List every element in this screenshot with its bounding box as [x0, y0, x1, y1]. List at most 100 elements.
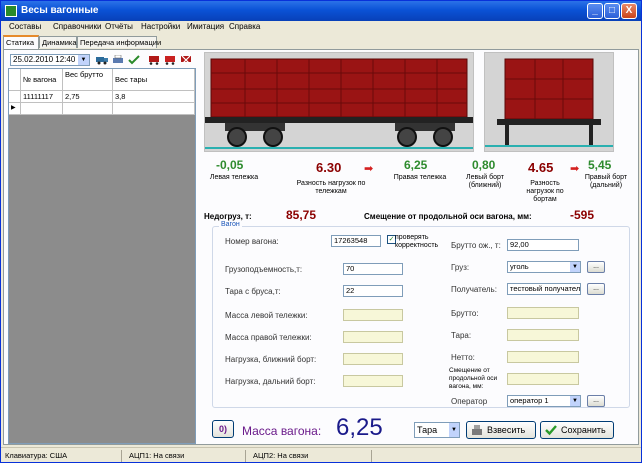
wagon-number-label: Номер вагона:: [225, 237, 279, 246]
close-button[interactable]: X: [621, 3, 637, 19]
cell-gross[interactable]: 2,75: [63, 91, 113, 103]
cargo-browse-button[interactable]: ...: [587, 261, 605, 273]
printer-icon[interactable]: [112, 55, 124, 65]
menu-reports[interactable]: Отчёты: [105, 22, 133, 31]
tara-input: [507, 329, 579, 341]
net-label: Нетто:: [451, 353, 475, 362]
wagon-end-icon: [485, 53, 613, 151]
tare-input[interactable]: 22: [343, 285, 403, 297]
left-side-label: Левый борт (ближний): [466, 174, 504, 189]
receiver-browse-button[interactable]: ...: [587, 283, 605, 295]
side-diff-label: Разность нагрузок по бортам: [526, 180, 564, 203]
right-cart-mass-label: Масса правой тележки:: [225, 333, 312, 342]
wagon-end-view: [484, 52, 614, 152]
cart-diff-label: Разность нагрузок по тележкам: [296, 180, 366, 195]
wagon-icon[interactable]: [148, 55, 160, 65]
left-side-value: 0,80: [472, 158, 496, 172]
date-value: 25.02.2010 12:40: [13, 55, 76, 64]
title-bar[interactable]: Весы вагонные _ □ X: [1, 1, 641, 21]
capacity-input[interactable]: 70: [343, 263, 403, 275]
net-input: [507, 351, 579, 363]
cargo-select[interactable]: уголь ▼: [507, 261, 581, 273]
operator-browse-button[interactable]: ...: [587, 395, 605, 407]
truck-icon[interactable]: [96, 55, 108, 65]
gross-label: Брутто:: [451, 309, 479, 318]
col-wagon-number[interactable]: № вагона: [21, 69, 63, 91]
chevron-down-icon[interactable]: ▼: [570, 396, 580, 406]
right-side-value: 5,45: [588, 158, 612, 172]
near-side-label: Нагрузка, ближний борт:: [225, 355, 317, 364]
underload-value: 85,75: [286, 208, 317, 222]
operator-value: оператор 1: [510, 396, 549, 405]
status-keyboard: Клавиатура: США: [5, 451, 68, 460]
capacity-label: Грузоподъемность,т:: [225, 265, 303, 274]
receiver-input[interactable]: тестовый получатель: [507, 283, 581, 295]
menu-compositions[interactable]: Составы: [9, 22, 41, 31]
cart-diff-value: 6.30: [316, 160, 342, 175]
wagon-add-icon[interactable]: [164, 55, 176, 65]
table-row[interactable]: 11111117 2,75 3,8: [9, 91, 195, 103]
cell-tare[interactable]: 3,8: [113, 91, 195, 103]
tara-label: Тара:: [451, 331, 472, 340]
menu-settings[interactable]: Настройки: [141, 22, 180, 31]
wagon-number-input[interactable]: 17263548: [331, 235, 381, 247]
main-window: Весы вагонные _ □ X Составы Справочники …: [0, 0, 642, 463]
app-icon: [5, 5, 17, 17]
left-cart-mass-label: Масса левой тележки:: [225, 311, 308, 320]
menu-help[interactable]: Справка: [229, 22, 260, 31]
cargo-label: Груз:: [451, 263, 470, 272]
col-tare-weight[interactable]: Вес тары: [113, 69, 195, 91]
status-adc1: АЦП1: На связи: [129, 451, 185, 460]
chevron-down-icon[interactable]: ▼: [570, 262, 580, 272]
menu-simulation[interactable]: Имитация: [187, 22, 224, 31]
underload-label: Недогруз, т:: [204, 212, 252, 221]
minimize-button[interactable]: _: [587, 3, 603, 19]
chevron-down-icon[interactable]: ▼: [78, 55, 89, 65]
gross-expected-input[interactable]: 92,00: [507, 239, 579, 251]
weigh-button[interactable]: Взвесить: [466, 421, 536, 439]
row-pointer-icon: ▶: [9, 103, 21, 115]
offset-label: Смещение от продольной оси вагона, мм:: [364, 212, 532, 221]
table-new-row[interactable]: ▶: [9, 103, 195, 115]
save-button[interactable]: Сохранить: [540, 421, 614, 439]
side-diff-value: 4.65: [528, 160, 554, 175]
left-cart-label: Левая тележка: [209, 174, 259, 181]
offset-input: [507, 373, 579, 385]
date-picker[interactable]: 25.02.2010 12:40 ▼: [10, 54, 90, 66]
tab-dynamics[interactable]: Динамика: [39, 36, 77, 48]
tab-statics[interactable]: Статика: [3, 35, 39, 49]
side-toggle-button[interactable]: 0): [212, 420, 234, 438]
status-bar: Клавиатура: США АЦП1: На связи АЦП2: На …: [1, 447, 641, 462]
status-adc2: АЦП2: На связи: [253, 451, 309, 460]
arrow-right-icon: ➡: [570, 163, 580, 175]
arrow-right-icon: ➡: [364, 163, 374, 175]
mode-select[interactable]: Тара ▼: [414, 422, 460, 438]
menu-references[interactable]: Справочники: [53, 22, 101, 31]
receiver-label: Получатель:: [451, 285, 497, 294]
left-panel: 25.02.2010 12:40 ▼ № вагона Вес брутто В…: [6, 50, 196, 444]
cell-wagon-number[interactable]: 11111117: [21, 91, 63, 103]
right-cart-mass-input: [343, 331, 403, 343]
wagon-delete-icon[interactable]: [180, 55, 192, 65]
col-gross-weight[interactable]: Вес брутто: [63, 69, 113, 91]
wagons-table: № вагона Вес брутто Вес тары 11111117 2,…: [8, 68, 196, 444]
check-icon: [545, 425, 557, 436]
window-title: Весы вагонные: [21, 5, 99, 16]
menu-bar: Составы Справочники Отчёты Настройки Ими…: [1, 21, 641, 35]
offset-value: -595: [570, 208, 595, 222]
check-icon[interactable]: [128, 55, 140, 65]
chevron-down-icon[interactable]: ▼: [449, 423, 459, 437]
near-side-input: [343, 353, 403, 365]
right-cart-value: 6,25: [404, 158, 428, 172]
cargo-value: уголь: [510, 262, 529, 271]
operator-label: Оператор: [451, 397, 488, 406]
mode-value: Тара: [417, 425, 438, 435]
tab-data-transfer[interactable]: Передача информации: [77, 36, 161, 48]
gross-expected-label: Брутто ож., т:: [451, 241, 501, 250]
left-toolbar: 25.02.2010 12:40 ▼: [6, 52, 196, 68]
wagon-side-view: [204, 52, 474, 152]
maximize-button[interactable]: □: [604, 3, 620, 19]
operator-select[interactable]: оператор 1 ▼: [507, 395, 581, 407]
wagon-side-icon: [205, 53, 473, 151]
left-cart-value: -0,05: [216, 158, 244, 172]
